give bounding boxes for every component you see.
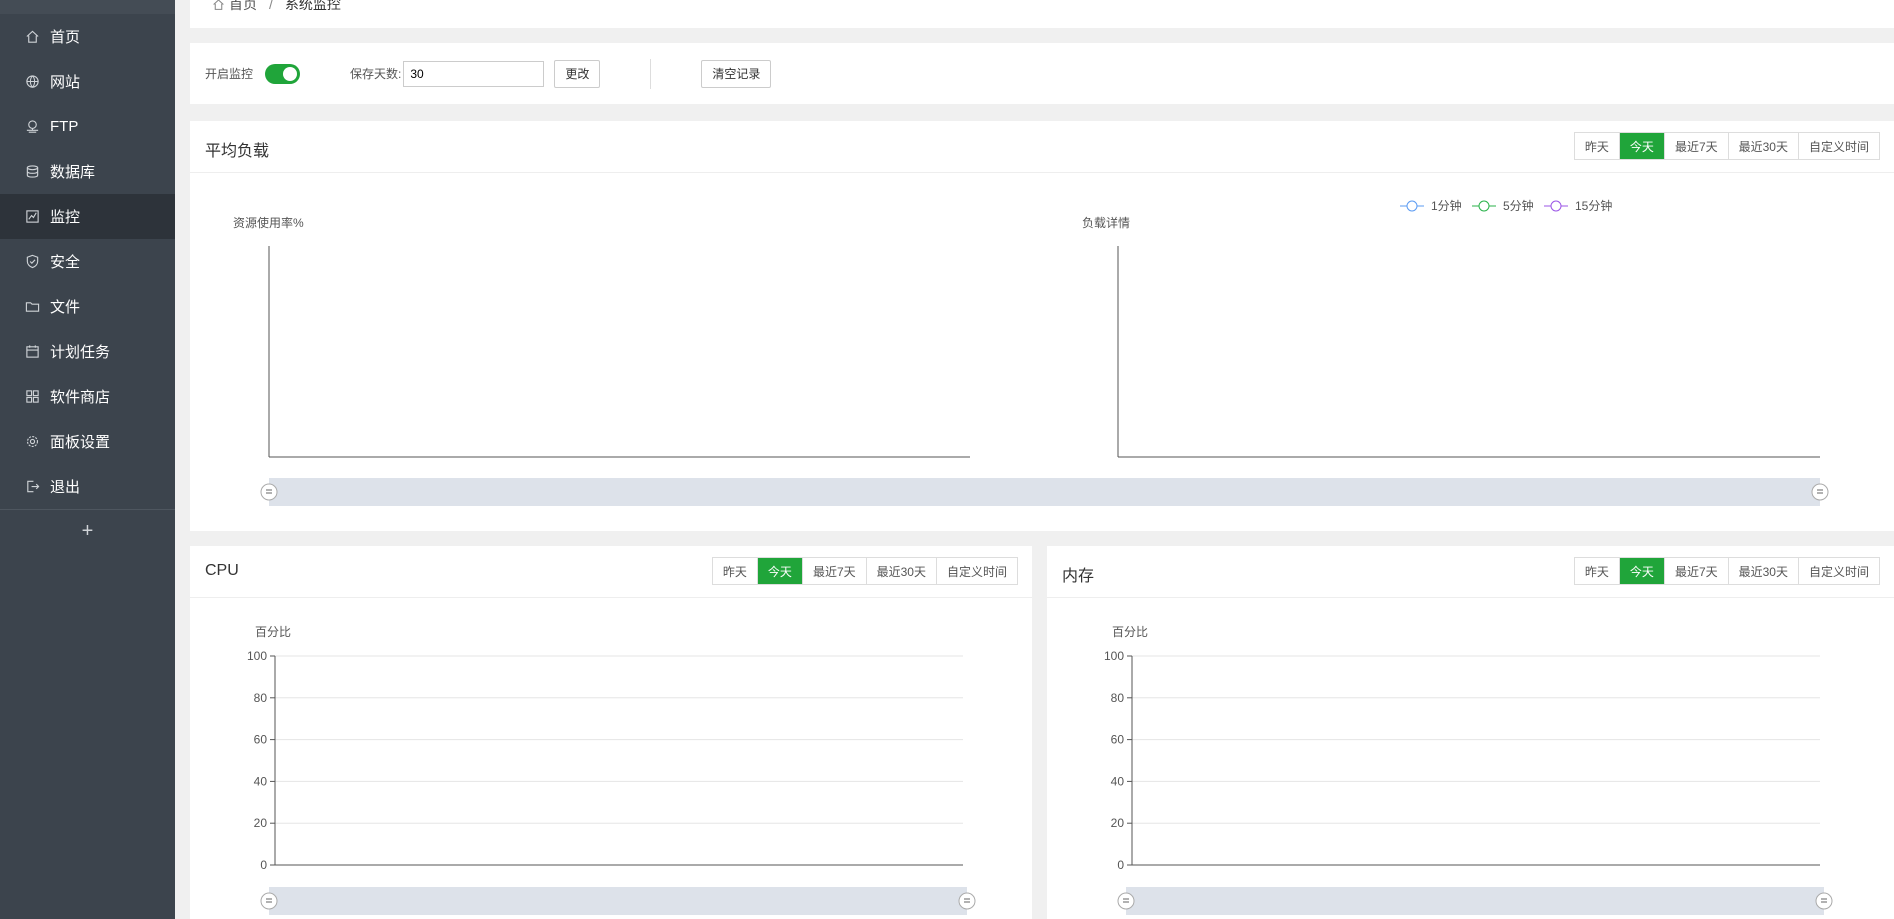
memory-tick-label: 0: [1117, 858, 1124, 872]
memory-panel: 内存 昨天 今天 最近7天 最近30天 自定义时间 百分比 0 20 40 60 80 100: [1047, 546, 1894, 919]
sidebar-item-label: 面板设置: [50, 434, 111, 451]
sidebar-item-calendar[interactable]: 计划任务: [0, 329, 175, 374]
load-zoom-handle-left[interactable]: [260, 483, 278, 501]
shield-icon: [24, 254, 40, 270]
cpu-y-axis-title: 百分比: [255, 625, 291, 639]
cpu-panel: CPU 昨天 今天 最近7天 最近30天 自定义时间 百分比 0 20 40 60 80 100: [190, 546, 1032, 919]
breadcrumb-separator: /: [269, 0, 273, 12]
sidebar-item-label: 首页: [50, 29, 81, 46]
cpu-zoom-handle-left[interactable]: [260, 892, 278, 910]
sidebar-top-strip: [0, 0, 175, 14]
sidebar-item-folder[interactable]: 文件: [0, 284, 175, 329]
cpu-tick-label: 100: [247, 649, 267, 663]
sidebar-item-shield[interactable]: 安全: [0, 239, 175, 284]
cpu-tick-label: 20: [254, 816, 268, 830]
sidebar-item-label: 软件商店: [50, 389, 111, 406]
memory-chart: 百分比 0 20 40 60 80 100: [1104, 625, 1833, 915]
sidebar-item-database[interactable]: 数据库: [0, 149, 175, 194]
breadcrumb-current: 系统监控: [284, 0, 341, 12]
memory-zoom-slider-track: [1126, 887, 1824, 915]
memory-y-axis-title: 百分比: [1112, 625, 1148, 639]
load-y-axis-title: 负载详情: [1082, 215, 1130, 230]
sidebar-item-label: 数据库: [50, 164, 96, 181]
memory-zoom-handle-right[interactable]: [1815, 892, 1833, 910]
toggle-knob: [283, 66, 298, 81]
home-icon: [24, 29, 40, 45]
cpu-tick-label: 0: [260, 858, 267, 872]
cpu-zoom-handle-right[interactable]: [958, 892, 976, 910]
load-chart: 资源使用率% 负载详情 1分钟 5分钟 15分钟: [233, 198, 1829, 506]
database-icon: [24, 164, 40, 180]
sidebar-item-label: 网站: [50, 74, 81, 91]
toolbar-divider: [650, 58, 652, 89]
memory-tick-label: 80: [1111, 691, 1125, 705]
cpu-chart: 百分比 0 20 40 60 80 100: [247, 625, 976, 915]
cpu-zoom-slider-track: [269, 887, 967, 915]
legend-marker-2: [1550, 200, 1562, 212]
sidebar-nav: 首页网站 FTP 数据库监控安全文件计划任务软件商店面板设置退出: [0, 14, 175, 510]
legend-label-2: 15分钟: [1575, 198, 1612, 213]
sidebar-item-label: 计划任务: [50, 344, 111, 361]
cpu-tick-label: 60: [254, 733, 268, 747]
globe-icon: [24, 74, 40, 90]
load-zoom-handle-right[interactable]: [1811, 483, 1829, 501]
sidebar-item-gear[interactable]: 面板设置: [0, 419, 175, 464]
cpu-tick-label: 40: [254, 774, 268, 788]
sidebar-item-logout[interactable]: 退出: [0, 464, 175, 510]
sidebar-item-grid[interactable]: 软件商店: [0, 374, 175, 419]
legend-marker-0: [1406, 200, 1418, 212]
monitor-toggle[interactable]: [265, 63, 301, 84]
memory-tick-label: 40: [1111, 774, 1125, 788]
sidebar: 首页网站 FTP 数据库监控安全文件计划任务软件商店面板设置退出 +: [0, 0, 175, 919]
memory-tick-label: 100: [1104, 649, 1124, 663]
calendar-icon: [24, 344, 40, 360]
change-days-button[interactable]: 更改: [554, 59, 601, 88]
legend-label-1: 5分钟: [1503, 198, 1534, 213]
memory-tick-label: 60: [1111, 733, 1125, 747]
memory-zoom-handle-left[interactable]: [1117, 892, 1135, 910]
monitor-toggle-label: 开启监控: [205, 67, 254, 81]
logout-icon: [24, 479, 40, 495]
keep-days-input[interactable]: [403, 60, 545, 87]
sidebar-item-label: 文件: [50, 299, 81, 316]
keep-days-label: 保存天数:: [350, 67, 402, 81]
sidebar-item-monitor[interactable]: 监控: [0, 194, 175, 239]
home-icon: [212, 0, 225, 11]
add-menu-button[interactable]: +: [0, 510, 175, 552]
grid-icon: [24, 389, 40, 405]
sidebar-item-globe[interactable]: 网站: [0, 59, 175, 104]
legend-marker-1: [1478, 200, 1490, 212]
memory-tick-label: 20: [1111, 816, 1125, 830]
usage-y-axis-title: 资源使用率%: [233, 215, 304, 230]
sidebar-item-label: 安全: [50, 254, 81, 271]
sidebar-item-home[interactable]: 首页: [0, 14, 175, 59]
load-zoom-slider-track: [269, 478, 1820, 506]
breadcrumb: 首页 / 系统监控: [190, 0, 1894, 28]
folder-icon: [24, 299, 40, 315]
monitor-icon: [24, 209, 40, 225]
gear-icon: [24, 434, 40, 450]
clear-records-button[interactable]: 清空记录: [701, 59, 772, 88]
legend-label-0: 1分钟: [1431, 198, 1462, 213]
load-panel: 平均负载 昨天 今天 最近7天 最近30天 自定义时间 资源使用率% 负载详情 1分钟 5分钟…: [190, 121, 1894, 531]
sidebar-item-label: 监控: [50, 209, 81, 226]
cpu-tick-label: 80: [254, 691, 268, 705]
monitor-toolbar: 开启监控 保存天数: 更改 清空记录: [190, 43, 1894, 104]
sidebar-item-label: 退出: [50, 479, 81, 496]
ftp-icon: [24, 119, 40, 135]
breadcrumb-home-link[interactable]: 首页: [229, 0, 257, 14]
sidebar-item-ftp[interactable]: FTP: [0, 104, 175, 149]
main-content: 首页 / 系统监控 开启监控 保存天数: 更改 清空记录 平均负载 昨天今天最近…: [175, 0, 1894, 919]
sidebar-item-label: FTP: [50, 118, 79, 135]
